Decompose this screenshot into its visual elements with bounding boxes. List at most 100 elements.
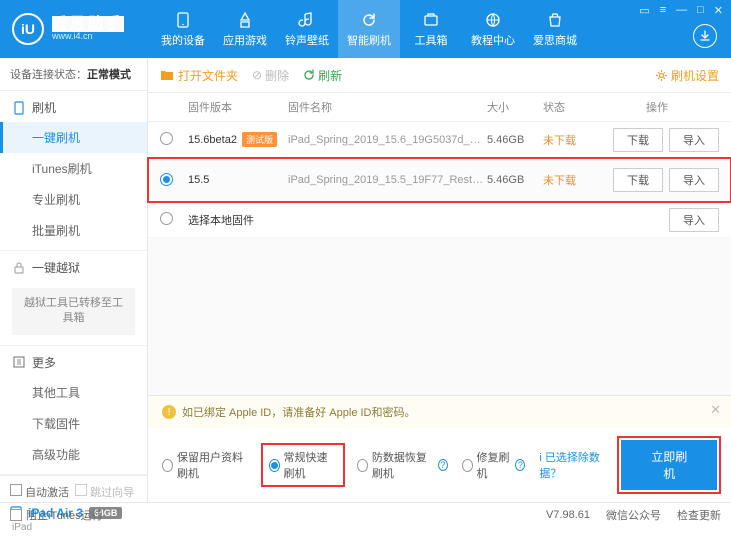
nav-item-1[interactable]: 应用游戏 bbox=[214, 0, 276, 58]
nav-label: 应用游戏 bbox=[223, 32, 267, 48]
wechat-link[interactable]: 微信公众号 bbox=[606, 507, 661, 523]
col-name: 固件名称 bbox=[288, 99, 487, 115]
skip-guide-checkbox[interactable]: 跳过向导 bbox=[75, 484, 134, 500]
window-control[interactable]: — bbox=[676, 4, 687, 17]
window-control[interactable]: ▭ bbox=[639, 4, 649, 17]
check-update-label: 检查更新 bbox=[677, 510, 721, 522]
sidebar-group-head[interactable]: 一键越狱 bbox=[0, 251, 147, 282]
sidebar-item[interactable]: 一键刷机 bbox=[0, 122, 147, 153]
block-itunes-checkbox[interactable]: 阻止iTunes运行 bbox=[10, 507, 103, 523]
flash-option[interactable]: 常规快速刷机 bbox=[263, 445, 343, 485]
table-header: 固件版本 固件名称 大小 状态 操作 bbox=[148, 92, 731, 122]
col-ops: 操作 bbox=[595, 99, 719, 115]
firmware-row[interactable]: 15.5iPad_Spring_2019_15.5_19F77_Restore.… bbox=[148, 158, 731, 202]
firmware-name: iPad_Spring_2019_15.6_19G5037d_Restore.i… bbox=[288, 134, 487, 146]
refresh-button[interactable]: 刷新 bbox=[303, 67, 342, 84]
bottom-bar: ! 如已绑定 Apple ID，请准备好 Apple ID和密码。 ✕ 保留用户… bbox=[148, 395, 731, 502]
nav-icon bbox=[236, 11, 254, 29]
wechat-label: 微信公众号 bbox=[606, 510, 661, 522]
top-nav: 我的设备 应用游戏 铃声壁纸智能刷机工具箱 教程中心 爱思商城 bbox=[152, 0, 586, 58]
option-radio[interactable] bbox=[357, 459, 368, 472]
auto-activate-checkbox[interactable]: 自动激活 bbox=[10, 484, 69, 500]
close-warning-button[interactable]: ✕ bbox=[710, 402, 721, 418]
warning-banner: ! 如已绑定 Apple ID，请准备好 Apple ID和密码。 ✕ bbox=[148, 396, 731, 428]
download-button[interactable]: 下载 bbox=[613, 128, 663, 152]
block-itunes-label: 阻止iTunes运行 bbox=[26, 507, 103, 523]
nav-label: 我的设备 bbox=[161, 32, 205, 48]
nav-item-2[interactable]: 铃声壁纸 bbox=[276, 0, 338, 58]
flash-option[interactable]: 保留用户资料刷机 bbox=[162, 449, 249, 481]
nav-item-4[interactable]: 工具箱 bbox=[400, 0, 462, 58]
sidebar-item[interactable]: 高级功能 bbox=[0, 439, 147, 470]
exclude-data-link[interactable]: i 已选择除数据？ bbox=[539, 449, 607, 481]
import-button[interactable]: 导入 bbox=[669, 168, 719, 192]
app-url: www.i4.cn bbox=[52, 32, 124, 42]
nav-label: 教程中心 bbox=[471, 32, 515, 48]
warning-icon: ! bbox=[162, 405, 176, 419]
flash-settings-button[interactable]: 刷机设置 bbox=[655, 67, 719, 84]
option-label: 常规快速刷机 bbox=[284, 449, 338, 481]
window-control[interactable]: □ bbox=[697, 4, 704, 17]
local-firmware-row[interactable]: 选择本地固件导入 bbox=[148, 202, 731, 238]
flash-option[interactable]: 修复刷机? bbox=[462, 449, 526, 481]
firmware-status: 未下载 bbox=[543, 172, 595, 188]
more-icon bbox=[12, 355, 26, 369]
import-button[interactable]: 导入 bbox=[669, 128, 719, 152]
sidebar-group-label: 更多 bbox=[32, 354, 56, 371]
flash-now-button[interactable]: 立即刷机 bbox=[621, 440, 717, 490]
nav-item-0[interactable]: 我的设备 bbox=[152, 0, 214, 58]
sidebar-group-label: 刷机 bbox=[32, 99, 56, 116]
row-radio[interactable] bbox=[160, 173, 173, 186]
sidebar-item[interactable]: 下载固件 bbox=[0, 408, 147, 439]
row-radio[interactable] bbox=[160, 132, 173, 145]
flash-option[interactable]: 防数据恢复刷机? bbox=[357, 449, 448, 481]
download-manager-icon[interactable] bbox=[693, 24, 717, 48]
nav-label: 铃声壁纸 bbox=[285, 32, 329, 48]
window-control[interactable]: ✕ bbox=[714, 4, 723, 17]
device-type: iPad bbox=[10, 522, 137, 533]
info-icon: i bbox=[539, 452, 541, 464]
window-control[interactable]: ≡ bbox=[660, 4, 666, 17]
col-size: 大小 bbox=[487, 99, 543, 115]
open-folder-button[interactable]: 打开文件夹 bbox=[160, 67, 238, 84]
refresh-icon bbox=[303, 69, 315, 81]
nav-item-5[interactable]: 教程中心 bbox=[462, 0, 524, 58]
download-button[interactable]: 下载 bbox=[613, 168, 663, 192]
delete-button: ⊘ 删除 bbox=[252, 67, 289, 84]
option-radio[interactable] bbox=[462, 459, 473, 472]
sidebar-item[interactable]: 批量刷机 bbox=[0, 215, 147, 246]
main-panel: 打开文件夹 ⊘ 删除 刷新 刷机设置 固件版本 固件名称 大小 状态 操作 15… bbox=[148, 58, 731, 502]
conn-label: 设备连接状态： bbox=[10, 69, 87, 81]
import-button[interactable]: 导入 bbox=[669, 208, 719, 232]
sidebar-item[interactable]: iTunes刷机 bbox=[0, 153, 147, 184]
nav-item-6[interactable]: 爱思商城 bbox=[524, 0, 586, 58]
row-radio[interactable] bbox=[160, 212, 173, 225]
nav-label: 工具箱 bbox=[415, 32, 448, 48]
auto-activate-label: 自动激活 bbox=[25, 487, 69, 499]
refresh-label: 刷新 bbox=[318, 67, 342, 84]
info-icon[interactable]: ? bbox=[438, 459, 448, 471]
sidebar-group-head[interactable]: 更多 bbox=[0, 346, 147, 377]
app-name: 爱思助手 bbox=[52, 16, 124, 33]
nav-icon bbox=[546, 11, 564, 29]
option-radio[interactable] bbox=[269, 459, 280, 472]
info-icon[interactable]: ? bbox=[515, 459, 525, 471]
nav-item-3[interactable]: 智能刷机 bbox=[338, 0, 400, 58]
sidebar-group-head[interactable]: 刷机 bbox=[0, 91, 147, 122]
sidebar-item[interactable]: 其他工具 bbox=[0, 377, 147, 408]
sidebar-item[interactable]: 专业刷机 bbox=[0, 184, 147, 215]
option-label: 防数据恢复刷机 bbox=[372, 449, 434, 481]
check-update-link[interactable]: 检查更新 bbox=[677, 507, 721, 523]
option-label: 保留用户资料刷机 bbox=[177, 449, 249, 481]
nav-label: 爱思商城 bbox=[533, 32, 577, 48]
delete-icon: ⊘ bbox=[252, 68, 262, 82]
firmware-size: 5.46GB bbox=[487, 174, 543, 186]
option-radio[interactable] bbox=[162, 459, 173, 472]
delete-label: 删除 bbox=[265, 67, 289, 84]
toolbar: 打开文件夹 ⊘ 删除 刷新 刷机设置 bbox=[148, 58, 731, 92]
nav-icon bbox=[298, 11, 316, 29]
option-label: 修复刷机 bbox=[477, 449, 512, 481]
firmware-version: 15.6beta2 bbox=[188, 134, 237, 146]
firmware-row[interactable]: 15.6beta2测试版iPad_Spring_2019_15.6_19G503… bbox=[148, 122, 731, 158]
app-logo: iU 爱思助手 www.i4.cn bbox=[12, 13, 124, 45]
